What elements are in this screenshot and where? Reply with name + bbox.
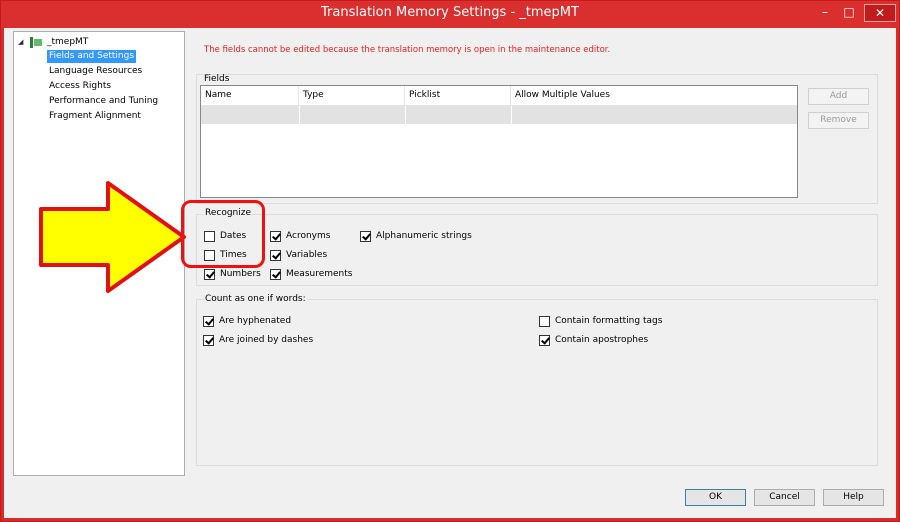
cancel-button[interactable]: Cancel	[754, 489, 815, 506]
column-header-type[interactable]: Type	[299, 86, 405, 106]
apostrophes-label: Contain apostrophes	[555, 335, 649, 345]
apostrophes-checkbox-box[interactable]	[539, 334, 550, 346]
count-as-one-group: Count as one if words:	[196, 294, 878, 466]
tree-item-fragment-alignment[interactable]: Fragment Alignment	[47, 110, 143, 123]
are-hyphenated-checkbox[interactable]: Are hyphenated	[203, 314, 291, 328]
acronyms-checkbox[interactable]: Acronyms	[270, 229, 330, 243]
maximize-button[interactable]: □	[839, 4, 859, 22]
alphanumeric-strings-label: Alphanumeric strings	[376, 231, 472, 241]
yellow-arrow-annotation	[39, 181, 186, 293]
help-button[interactable]: Help	[823, 489, 884, 506]
tree-item-access-rights[interactable]: Access Rights	[47, 80, 113, 93]
close-button[interactable]: ✕	[864, 4, 896, 22]
apostrophes-checkbox[interactable]: Contain apostrophes	[539, 333, 648, 347]
tree-root-node[interactable]: ◢ _tmepMT	[18, 35, 88, 49]
formatting-tags-checkbox-box[interactable]	[539, 315, 550, 327]
joined-by-dashes-checkbox-box[interactable]	[203, 334, 214, 346]
numbers-label: Numbers	[220, 269, 261, 279]
joined-by-dashes-checkbox[interactable]: Are joined by dashes	[203, 333, 313, 347]
measurements-checkbox-box[interactable]	[270, 268, 281, 280]
measurements-checkbox[interactable]: Measurements	[270, 267, 352, 281]
variables-checkbox[interactable]: Variables	[270, 248, 327, 262]
acronyms-checkbox-box[interactable]	[270, 230, 281, 242]
translation-memory-icon	[30, 36, 42, 48]
variables-checkbox-box[interactable]	[270, 249, 281, 261]
numbers-checkbox[interactable]: Numbers	[204, 267, 261, 281]
formatting-tags-checkbox[interactable]: Contain formatting tags	[539, 314, 662, 328]
maintenance-warning: The fields cannot be edited because the …	[204, 45, 611, 55]
count-group-title: Count as one if words:	[204, 294, 307, 304]
table-row[interactable]	[201, 106, 797, 124]
formatting-tags-label: Contain formatting tags	[555, 316, 663, 326]
column-header-picklist[interactable]: Picklist	[405, 86, 511, 106]
tree-item-performance-and-tuning[interactable]: Performance and Tuning	[47, 95, 160, 108]
numbers-checkbox-box[interactable]	[204, 268, 215, 280]
column-header-name[interactable]: Name	[201, 86, 299, 106]
fields-table-header: Name Type Picklist Allow Multiple Values	[201, 86, 797, 106]
tree-root-label: _tmepMT	[47, 37, 89, 47]
joined-by-dashes-label: Are joined by dashes	[219, 335, 314, 345]
dialog-window: Translation Memory Settings - _tmepMT – …	[0, 0, 900, 522]
red-highlight-annotation	[181, 200, 265, 268]
tree-item-fields-and-settings[interactable]: Fields and Settings	[47, 50, 137, 63]
fields-group-title: Fields	[204, 74, 230, 84]
title-bar[interactable]: Translation Memory Settings - _tmepMT – …	[0, 0, 900, 28]
fields-table[interactable]: Name Type Picklist Allow Multiple Values	[200, 85, 798, 198]
window-title: Translation Memory Settings - _tmepMT	[321, 5, 579, 20]
are-hyphenated-label: Are hyphenated	[219, 316, 292, 326]
column-header-allow-multiple-values[interactable]: Allow Multiple Values	[511, 86, 797, 106]
tree-item-language-resources[interactable]: Language Resources	[47, 65, 144, 78]
alphanumeric-strings-checkbox[interactable]: Alphanumeric strings	[360, 229, 472, 243]
add-field-button[interactable]: Add	[808, 88, 869, 105]
ok-button[interactable]: OK	[685, 489, 746, 506]
acronyms-label: Acronyms	[286, 231, 331, 241]
are-hyphenated-checkbox-box[interactable]	[203, 315, 214, 327]
variables-label: Variables	[286, 250, 328, 260]
alphanumeric-strings-checkbox-box[interactable]	[360, 230, 371, 242]
measurements-label: Measurements	[286, 269, 353, 279]
minimize-button[interactable]: –	[815, 4, 835, 22]
remove-field-button[interactable]: Remove	[808, 112, 869, 129]
tree-expander-icon[interactable]: ◢	[18, 38, 26, 46]
